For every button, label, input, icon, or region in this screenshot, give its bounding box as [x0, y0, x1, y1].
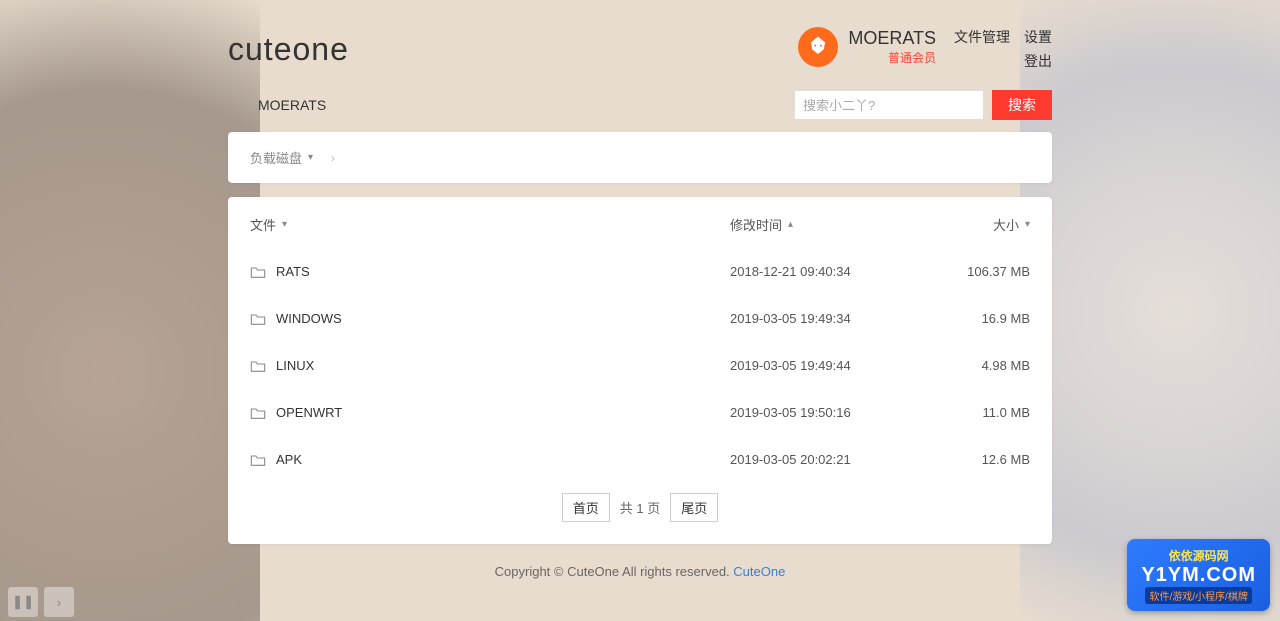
file-mtime: 2018-12-21 09:40:34	[730, 264, 930, 279]
carousel-controls: ❚❚ ›	[8, 587, 74, 617]
search-button[interactable]: 搜索	[992, 90, 1052, 120]
chevron-down-icon: ▾	[282, 219, 287, 230]
page-last-button[interactable]: 尾页	[670, 493, 718, 522]
file-name: WINDOWS	[276, 311, 342, 326]
file-mtime: 2019-03-05 19:49:34	[730, 311, 930, 326]
column-file-label: 文件	[250, 215, 276, 234]
column-size-label: 大小	[993, 215, 1019, 234]
next-button[interactable]: ›	[44, 587, 74, 617]
folder-icon	[250, 359, 266, 373]
user-name: MOERATS	[848, 28, 936, 49]
chevron-right-icon: ›	[331, 151, 335, 165]
logo: cuteone	[228, 31, 349, 68]
file-mtime: 2019-03-05 19:49:44	[730, 358, 930, 373]
avatar	[798, 27, 838, 67]
footer-link[interactable]: CuteOne	[733, 564, 785, 579]
search-input[interactable]	[794, 90, 984, 120]
nav-logout[interactable]: 登出	[1024, 51, 1052, 71]
background-right	[1020, 0, 1280, 621]
table-row[interactable]: RATS 2018-12-21 09:40:34106.37 MB	[250, 248, 1030, 295]
background-left	[0, 0, 260, 621]
table-row[interactable]: OPENWRT 2019-03-05 19:50:1611.0 MB	[250, 389, 1030, 436]
folder-icon	[250, 265, 266, 279]
watermark-domain: Y1YM.COM	[1141, 564, 1256, 587]
fox-icon	[804, 33, 832, 61]
file-size: 16.9 MB	[930, 311, 1030, 326]
page-info: 共 1 页	[620, 498, 660, 517]
folder-icon	[250, 312, 266, 326]
file-size: 11.0 MB	[930, 405, 1030, 420]
page-first-button[interactable]: 首页	[562, 493, 610, 522]
disk-label: 负载磁盘	[250, 148, 302, 167]
watermark-badge: 依依源码网 Y1YM.COM 软件/游戏/小程序/棋牌	[1127, 539, 1270, 611]
column-mtime[interactable]: 修改时间 ▴	[730, 215, 930, 234]
pause-button[interactable]: ❚❚	[8, 587, 38, 617]
column-size[interactable]: 大小 ▾	[930, 215, 1030, 234]
table-row[interactable]: LINUX 2019-03-05 19:49:444.98 MB	[250, 342, 1030, 389]
header: cuteone MOERATS 普通会员 文件管理 设置 登出	[228, 0, 1052, 80]
nav-settings[interactable]: 设置	[1024, 27, 1052, 47]
file-list-panel: 文件 ▾ 修改时间 ▴ 大小 ▾ RATS 2018-12-21 09:40:34…	[228, 197, 1052, 544]
user-block[interactable]: MOERATS 普通会员	[798, 27, 936, 67]
file-name: OPENWRT	[276, 405, 342, 420]
footer-text: Copyright © CuteOne All rights reserved.	[495, 564, 734, 579]
chevron-down-icon: ▾	[1025, 219, 1030, 230]
file-name: RATS	[276, 264, 310, 279]
chevron-up-icon: ▴	[788, 219, 793, 230]
column-mtime-label: 修改时间	[730, 215, 782, 234]
chevron-down-icon: ▾	[308, 152, 313, 163]
folder-icon	[250, 453, 266, 467]
file-name: LINUX	[276, 358, 314, 373]
file-mtime: 2019-03-05 19:50:16	[730, 405, 930, 420]
file-size: 4.98 MB	[930, 358, 1030, 373]
file-name: APK	[276, 452, 302, 467]
file-mtime: 2019-03-05 20:02:21	[730, 452, 930, 467]
folder-icon	[250, 406, 266, 420]
disk-breadcrumb-panel: 负载磁盘 ▾ ›	[228, 132, 1052, 183]
file-size: 12.6 MB	[930, 452, 1030, 467]
pagination: 首页 共 1 页 尾页	[250, 483, 1030, 536]
column-file[interactable]: 文件 ▾	[250, 215, 730, 234]
footer: Copyright © CuteOne All rights reserved.…	[228, 558, 1052, 585]
nav-file-manage[interactable]: 文件管理	[954, 27, 1010, 47]
breadcrumb[interactable]: MOERATS	[228, 97, 326, 113]
watermark-title: 依依源码网	[1141, 547, 1256, 564]
table-row[interactable]: WINDOWS 2019-03-05 19:49:3416.9 MB	[250, 295, 1030, 342]
user-role: 普通会员	[848, 49, 936, 66]
table-row[interactable]: APK 2019-03-05 20:02:2112.6 MB	[250, 436, 1030, 483]
file-size: 106.37 MB	[930, 264, 1030, 279]
disk-dropdown[interactable]: 负载磁盘 ▾	[250, 148, 313, 167]
watermark-sub: 软件/游戏/小程序/棋牌	[1145, 587, 1251, 604]
